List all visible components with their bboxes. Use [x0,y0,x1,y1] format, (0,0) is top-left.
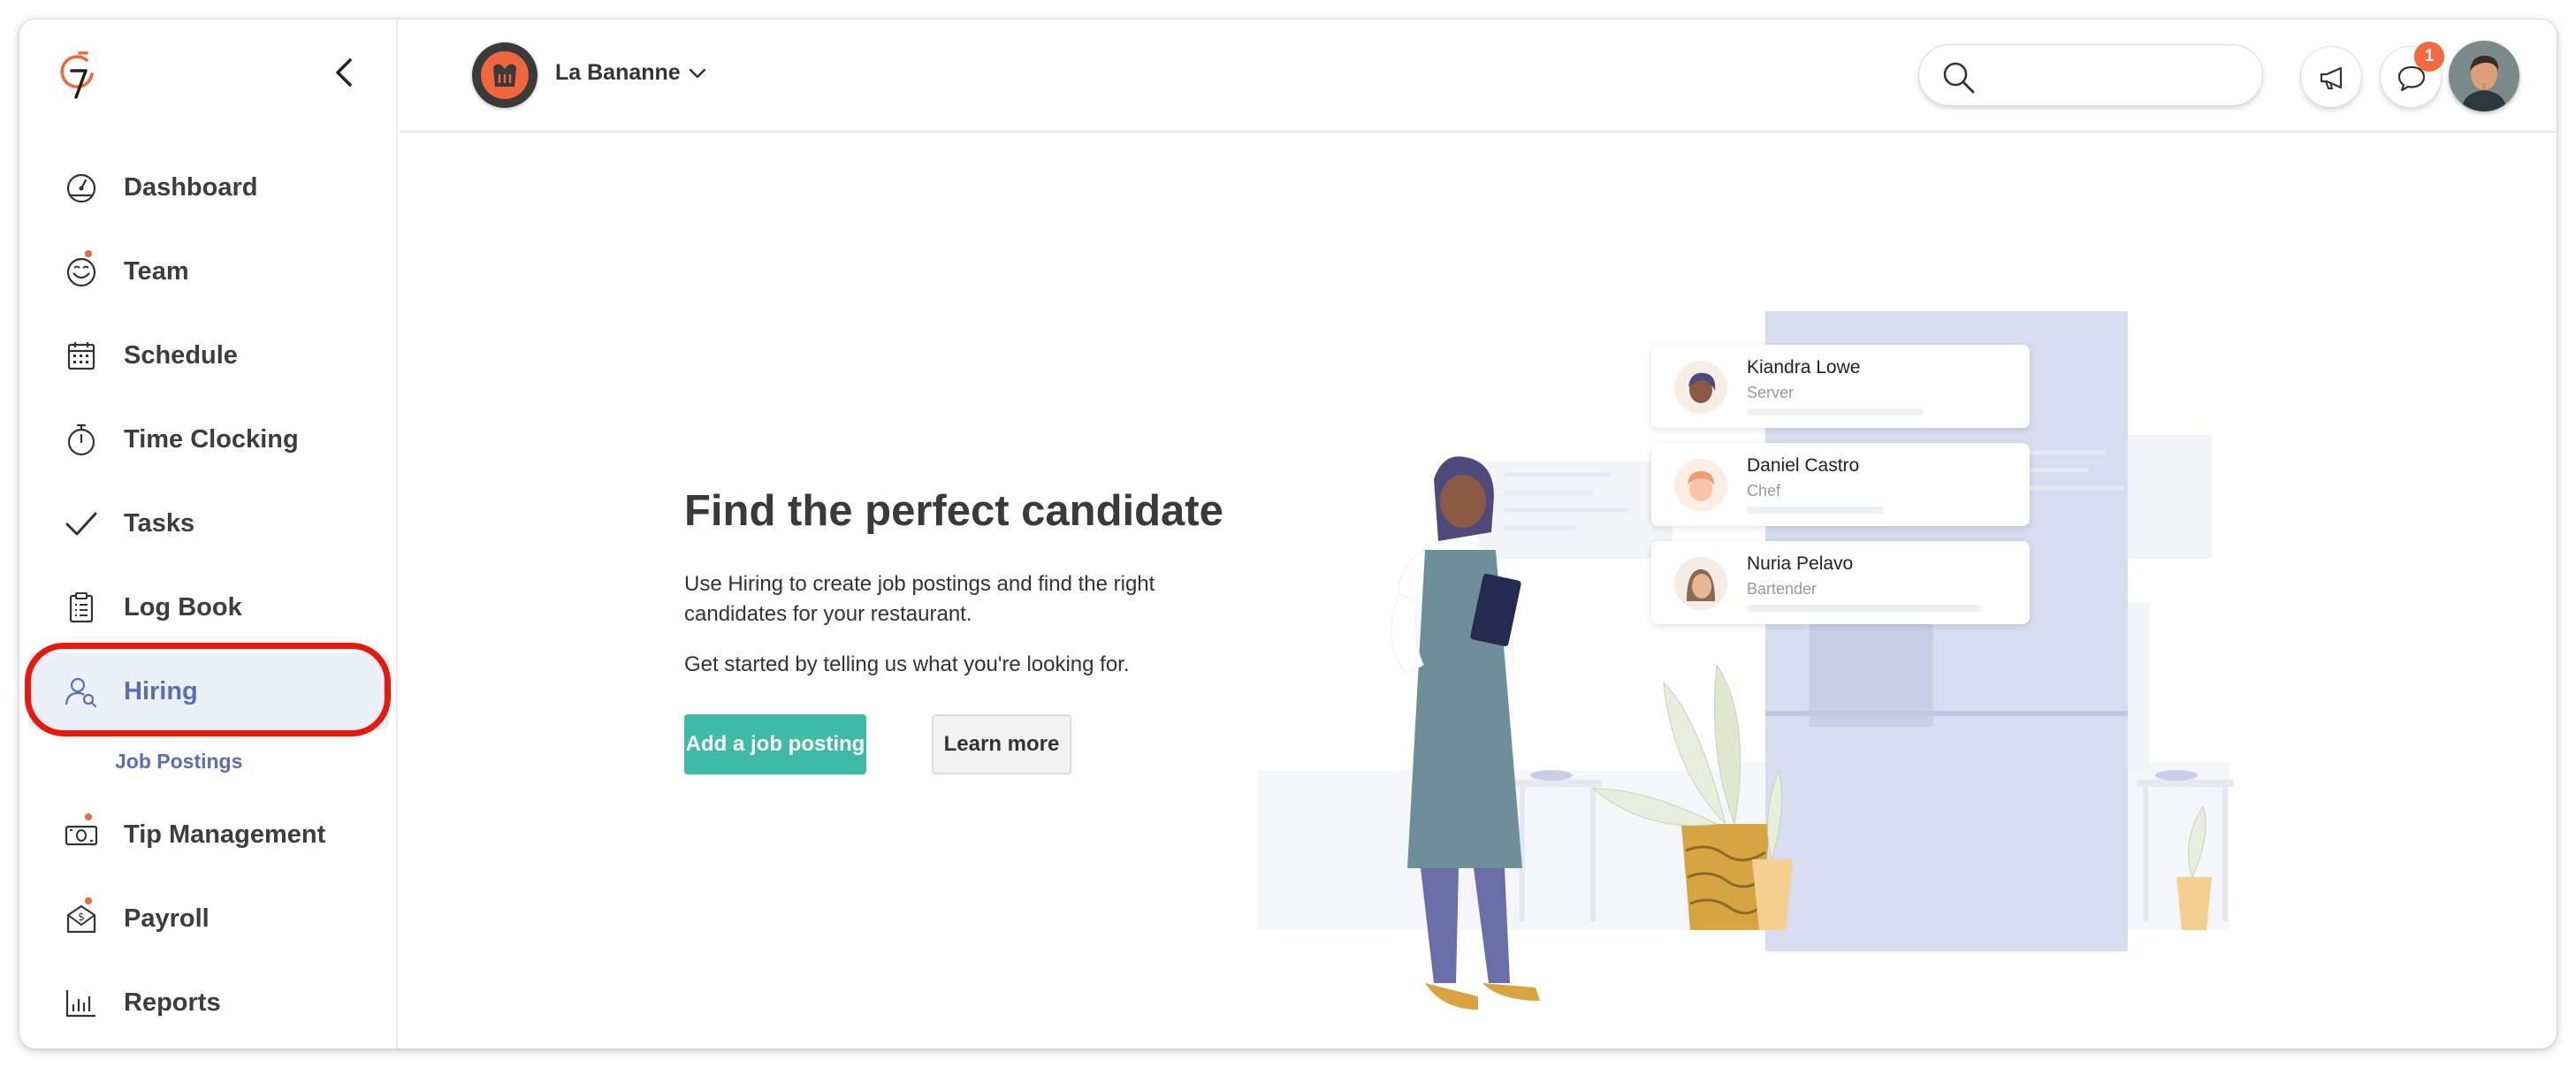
notification-dot [83,812,94,822]
top-bar: La Bananne 1 [400,19,2557,133]
app-window: Dashboard Team Schedule Time Clocking Ta… [19,19,2557,1049]
cash-icon [65,825,98,846]
sidebar-item-log-book[interactable]: Log Book [28,568,389,646]
placeholder-bar [1747,507,1884,514]
notification-count-badge: 1 [2414,42,2444,72]
location-avatar[interactable] [472,42,537,108]
user-avatar[interactable] [2449,41,2519,111]
candidate-name: Kiandra Lowe [1747,357,1861,378]
page-title: Find the perfect candidate [684,487,1223,535]
chevron-down-icon[interactable] [686,62,709,85]
candidate-card: Daniel Castro Chef [1651,443,2030,526]
clipboard-icon [69,592,94,623]
svg-text:$: $ [78,911,85,923]
candidate-role: Server [1747,384,1795,401]
sidebar-item-hiring[interactable]: Hiring [28,652,389,730]
sidebar-item-label: Log Book [124,592,242,622]
notification-dot [83,896,94,906]
candidate-name: Nuria Pelavo [1747,553,1854,574]
location-name[interactable]: La Bananne [555,60,681,86]
sidebar-item-label: Dashboard [124,172,258,202]
checkmark-icon [65,512,97,536]
candidate-avatar [1674,459,1727,512]
user-photo-icon [2449,41,2519,111]
candidate-role: Bartender [1747,580,1818,598]
dashboard-icon [66,173,96,203]
collapse-sidebar-icon[interactable] [327,55,362,90]
candidate-role: Chef [1747,482,1781,500]
placeholder-bar [1747,408,1924,416]
sidebar-item-schedule[interactable]: Schedule [28,317,389,394]
sidebar-item-label: Hiring [124,676,198,706]
restaurant-logo-icon [481,51,529,99]
sidebar-item-label: Tasks [124,508,195,538]
sidebar-item-reports[interactable]: Reports [28,964,389,1041]
sidebar: Dashboard Team Schedule Time Clocking Ta… [19,19,398,1049]
hero-description: Use Hiring to create job postings and fi… [684,572,1155,626]
logo-icon[interactable] [57,48,99,101]
hiring-person-search-icon [65,677,97,708]
sidebar-item-label: Team [124,256,189,286]
announcements-button[interactable] [2300,46,2362,108]
sidebar-item-team[interactable]: Team [28,233,389,310]
candidate-card: Kiandra Lowe Server [1651,345,2030,428]
sidebar-subitem-job-postings[interactable]: Job Postings [115,750,242,774]
sidebar-item-tasks[interactable]: Tasks [28,484,389,562]
notification-dot [83,248,94,259]
candidate-avatar [1674,557,1727,610]
search-icon [1943,62,1975,94]
smiley-icon [66,257,96,287]
payroll-envelope-icon: $ [66,904,96,934]
calendar-icon [67,342,95,370]
candidate-name: Daniel Castro [1747,455,1860,476]
sidebar-item-payroll[interactable]: $ Payroll [28,880,389,957]
sidebar-item-label: Payroll [124,904,210,933]
sidebar-item-dashboard[interactable]: Dashboard [28,149,389,226]
sidebar-item-label: Schedule [124,340,238,370]
megaphone-icon [2320,66,2343,89]
add-job-posting-button[interactable]: Add a job posting [684,714,866,774]
sidebar-item-time-clocking[interactable]: Time Clocking [28,400,389,478]
candidate-card: Nuria Pelavo Bartender [1651,541,2030,624]
stopwatch-icon [67,423,95,456]
sidebar-item-label: Tip Management [124,820,326,849]
learn-more-button[interactable]: Learn more [932,714,1071,774]
sidebar-item-label: Time Clocking [124,424,299,454]
sidebar-item-tip-management[interactable]: Tip Management [28,796,389,873]
sidebar-item-label: Reports [124,988,221,1017]
candidate-avatar [1674,361,1727,414]
messages-button[interactable]: 1 [2380,42,2444,108]
bar-chart-icon [65,990,95,1018]
search-input[interactable] [1990,57,2246,95]
search-box [1918,44,2263,106]
hero-subtext: Get started by telling us what you're lo… [684,652,1130,676]
placeholder-bar [1747,605,1981,612]
